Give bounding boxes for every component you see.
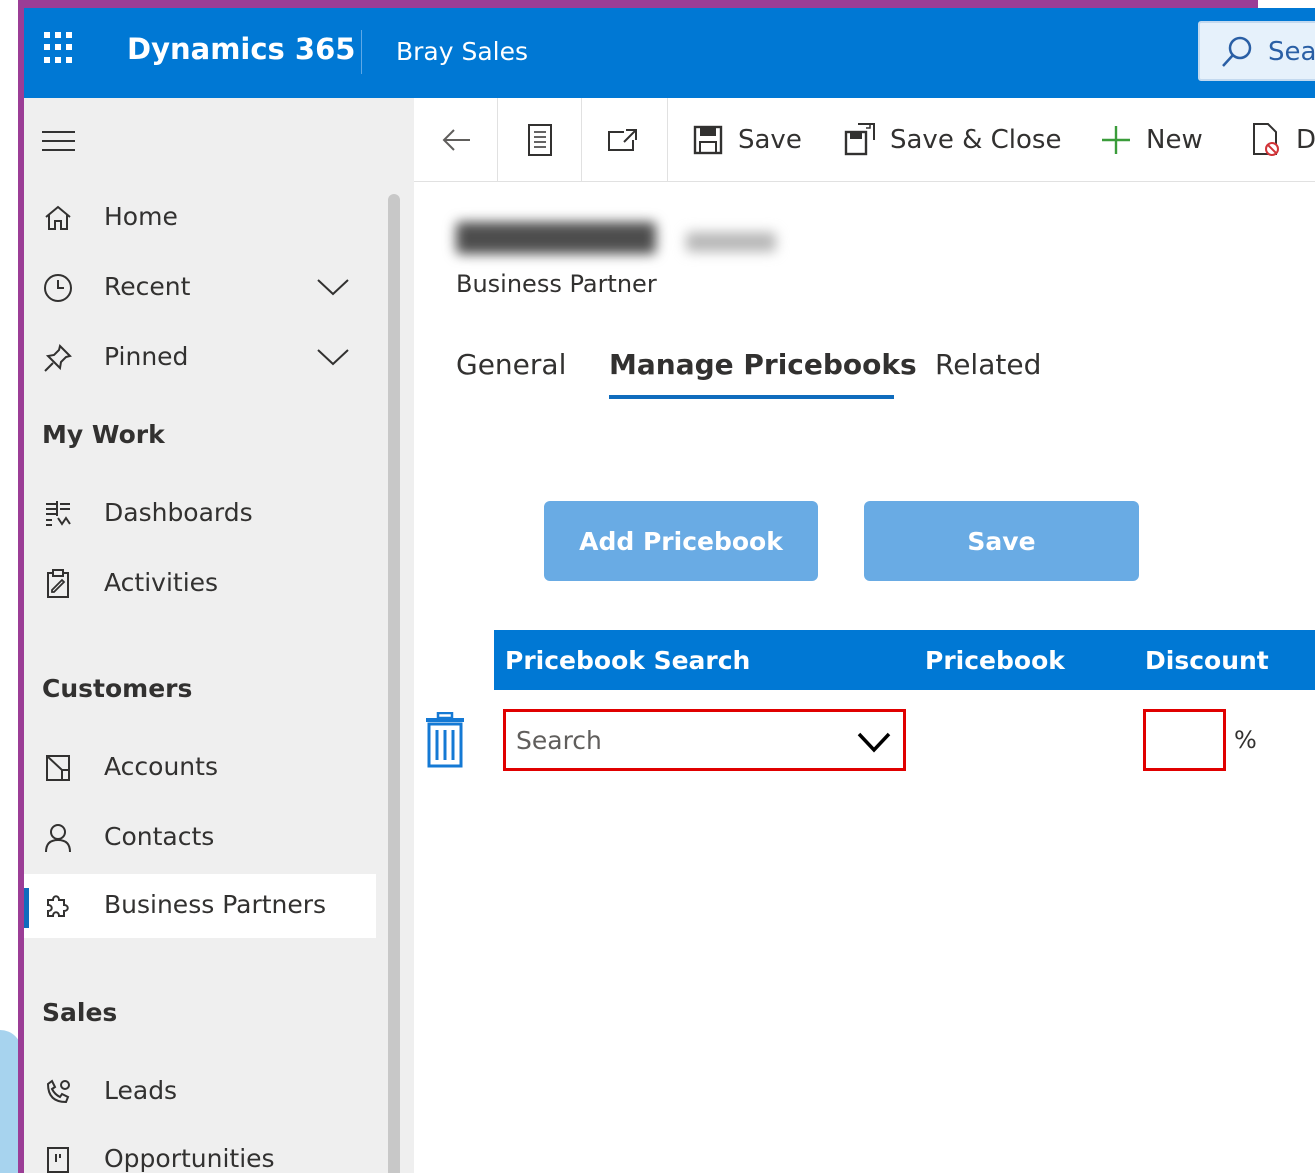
- command-separator: [581, 98, 582, 182]
- sidebar-item-label: Opportunities: [104, 1144, 275, 1173]
- search-icon: [1222, 36, 1252, 67]
- sidebar-item-label: Activities: [104, 568, 219, 597]
- sidebar-item-label: Leads: [104, 1076, 178, 1105]
- deactivate-icon: [1253, 123, 1279, 156]
- hamburger-menu-icon[interactable]: [42, 131, 75, 151]
- pricebook-search-dropdown[interactable]: [503, 709, 906, 771]
- sidebar-item-home[interactable]: Home: [24, 186, 376, 250]
- chevron-down-icon[interactable]: [316, 346, 350, 368]
- command-separator: [497, 98, 498, 182]
- save-and-close-button[interactable]: Save & Close: [844, 120, 1061, 160]
- column-header-discount: Discount: [1145, 646, 1269, 675]
- section-my-work: My Work: [42, 420, 165, 449]
- active-indicator: [24, 888, 29, 928]
- record-title-blurred: [456, 222, 776, 262]
- clipboard-icon: [47, 569, 69, 598]
- top-header: Dynamics 365 Bray Sales Sear: [24, 8, 1315, 98]
- dashboard-icon: [46, 501, 71, 526]
- pin-icon: [44, 344, 72, 372]
- sidebar-item-label: Contacts: [104, 822, 215, 851]
- sidebar-item-business-partners[interactable]: Business Partners: [24, 874, 376, 938]
- save-close-label: Save & Close: [890, 125, 1062, 155]
- chevron-down-icon[interactable]: [856, 730, 892, 754]
- save-command-label: Save: [738, 125, 802, 155]
- open-in-new-window-icon[interactable]: [606, 124, 640, 156]
- clock-icon: [44, 274, 72, 302]
- sidebar-item-label: Dashboards: [104, 498, 253, 527]
- trash-icon[interactable]: [424, 712, 466, 768]
- header-divider: [361, 30, 362, 74]
- section-sales: Sales: [42, 998, 118, 1027]
- tab-general[interactable]: General: [456, 348, 566, 381]
- chevron-down-icon[interactable]: [316, 276, 350, 298]
- sidebar-item-label: Home: [104, 202, 178, 231]
- sidebar-item-label: Pinned: [104, 342, 189, 371]
- plus-icon: [1102, 126, 1130, 154]
- app-name[interactable]: Bray Sales: [396, 37, 528, 66]
- save-close-icon: [844, 123, 875, 156]
- person-icon: [45, 824, 71, 853]
- main-form: Business Partner General Manage Priceboo…: [414, 182, 1315, 1173]
- command-bar: Save Save & Close New D: [414, 98, 1315, 182]
- flag-icon: [47, 1147, 69, 1173]
- app-launcher-icon[interactable]: [44, 32, 76, 64]
- back-arrow-icon[interactable]: [440, 124, 472, 156]
- search-label: Sear: [1268, 37, 1315, 67]
- entity-type-label: Business Partner: [456, 270, 657, 298]
- sidebar-item-recent[interactable]: Recent: [24, 256, 376, 320]
- sidebar-item-leads[interactable]: Leads: [24, 1060, 376, 1124]
- save-command-button[interactable]: Save: [692, 120, 802, 160]
- global-search-button[interactable]: Sear: [1198, 21, 1315, 81]
- discount-field[interactable]: [1143, 709, 1226, 771]
- discount-unit: %: [1234, 726, 1257, 754]
- sidebar-item-dashboards[interactable]: Dashboards: [24, 482, 376, 546]
- new-command-label: New: [1146, 125, 1203, 155]
- sidebar-item-accounts[interactable]: Accounts: [24, 736, 376, 800]
- new-command-button[interactable]: New: [1100, 120, 1203, 160]
- puzzle-icon: [47, 895, 69, 917]
- home-icon: [45, 205, 71, 230]
- sidebar-item-contacts[interactable]: Contacts: [24, 806, 376, 870]
- form-view-icon[interactable]: [526, 122, 554, 158]
- save-pricebooks-button[interactable]: Save: [864, 501, 1139, 581]
- phone-icon: [46, 1079, 70, 1104]
- sidebar-item-label: Recent: [104, 272, 191, 301]
- frame-border-top: [18, 0, 1258, 8]
- sidebar-item-pinned[interactable]: Pinned: [24, 326, 376, 390]
- discount-input[interactable]: [1150, 720, 1220, 760]
- sidebar-scrollbar[interactable]: [388, 194, 400, 1173]
- tab-manage-pricebooks[interactable]: Manage Pricebooks: [609, 348, 917, 381]
- sidebar-item-opportunities[interactable]: Opportunities: [24, 1128, 376, 1173]
- pricebook-search-input[interactable]: [516, 720, 836, 760]
- active-tab-indicator: [609, 395, 894, 399]
- sidebar-item-label: Accounts: [104, 752, 218, 781]
- sidebar-item-label: Business Partners: [104, 890, 327, 919]
- command-separator: [667, 98, 668, 182]
- section-customers: Customers: [42, 674, 193, 703]
- building-icon: [46, 755, 70, 781]
- column-header-pricebook-search: Pricebook Search: [505, 646, 751, 675]
- deactivate-command-label: D: [1296, 125, 1315, 155]
- app-title[interactable]: Dynamics 365: [127, 32, 355, 66]
- sidebar-item-activities[interactable]: Activities: [24, 552, 376, 616]
- grid-header: Pricebook Search Pricebook Discount: [494, 630, 1315, 690]
- sidebar: Home Recent Pinned My Work Dashboards Ac…: [24, 98, 414, 1173]
- column-header-pricebook: Pricebook: [925, 646, 1065, 675]
- save-icon: [693, 125, 723, 155]
- tab-related[interactable]: Related: [935, 348, 1041, 381]
- add-pricebook-button[interactable]: Add Pricebook: [544, 501, 818, 581]
- deactivate-command-button[interactable]: D: [1250, 120, 1315, 160]
